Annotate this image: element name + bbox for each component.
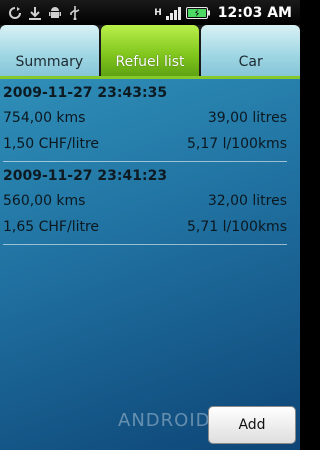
refuel-entry[interactable]: 2009-11-27 23:41:23 560,00 kms 32,00 lit… [0,162,300,245]
add-button[interactable]: Add [208,406,296,444]
tab-car[interactable]: Car [201,25,301,76]
battery-icon [185,6,210,19]
tab-summary[interactable]: Summary [0,25,99,76]
status-bar-system: H 12:03 AM [154,5,300,21]
refuel-volume: 39,00 litres [207,110,287,126]
watermark-text: ANDROID [118,410,211,431]
signal-icon [165,6,182,20]
network-type-indicator: H [154,7,162,18]
tab-bar: Summary Refuel list Car [0,25,301,79]
refuel-row-distance-volume: 560,00 kms 32,00 litres [3,188,287,214]
android-icon [48,6,62,20]
refuel-list: 2009-11-27 23:43:35 754,00 kms 39,00 lit… [0,79,300,450]
refuel-price: 1,65 CHF/litre [3,219,100,235]
refuel-price: 1,50 CHF/litre [3,136,100,152]
clock: 12:03 AM [217,4,292,21]
status-bar: H 12:03 AM [0,0,300,25]
usb-icon [69,5,81,20]
tab-refuel-list[interactable]: Refuel list [100,25,200,76]
refuel-entry[interactable]: 2009-11-27 23:43:35 754,00 kms 39,00 lit… [0,79,300,162]
status-bar-notifications [0,5,81,20]
refuel-consumption: 5,17 l/100kms [187,136,287,152]
refuel-row-distance-volume: 754,00 kms 39,00 litres [3,105,287,131]
refuel-row-price-consumption: 1,65 CHF/litre 5,71 l/100kms [3,214,287,240]
refuel-distance: 754,00 kms [3,110,86,126]
sync-icon [8,6,22,20]
refuel-consumption: 5,71 l/100kms [187,219,287,235]
refuel-row-price-consumption: 1,50 CHF/litre 5,17 l/100kms [3,131,287,157]
refuel-datetime: 2009-11-27 23:41:23 [3,168,168,184]
refuel-volume: 32,00 litres [207,193,287,209]
download-icon [29,6,41,20]
refuel-datetime: 2009-11-27 23:43:35 [3,85,168,101]
list-divider [3,244,287,245]
refuel-distance: 560,00 kms [3,193,86,209]
